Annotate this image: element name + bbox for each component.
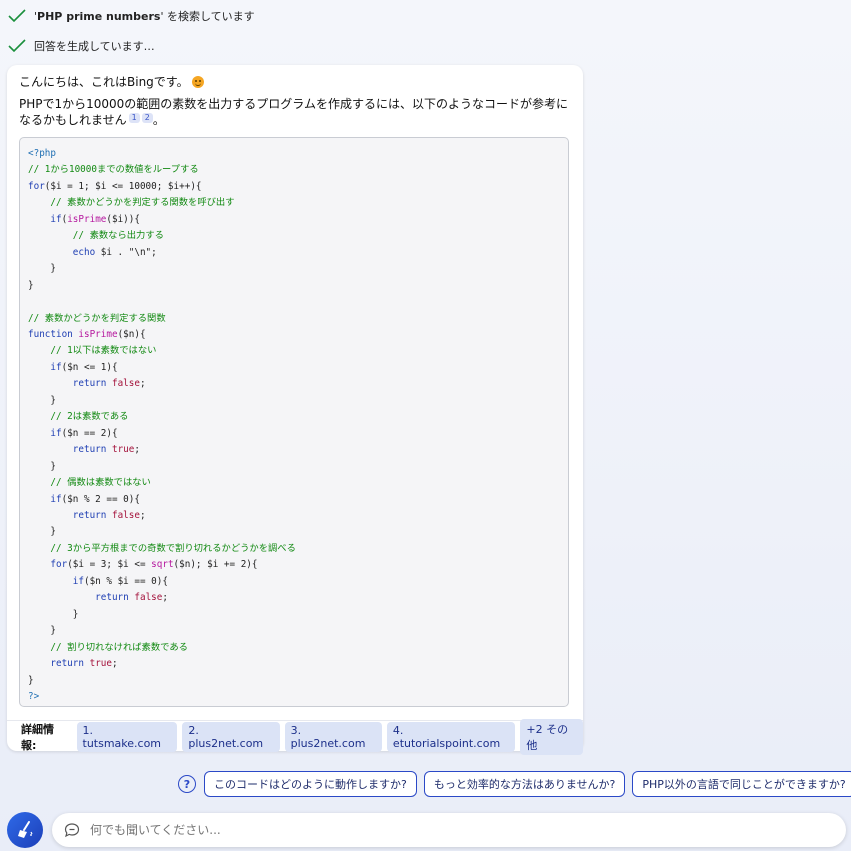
citation-2[interactable]: 2 [141,113,153,123]
checkmark-icon [8,9,26,23]
intro-text: PHPで1から10000の範囲の素数を出力するプログラムを作成するには、以下のよ… [19,97,568,127]
code-block: <?php // 1から10000までの数値をループする for($i = 1;… [19,137,569,707]
source-link-3[interactable]: 3. plus2net.com [284,721,382,752]
suggestion-button-2[interactable]: もっと効率的な方法はありませんか? [423,771,626,797]
chat-input[interactable] [88,822,792,838]
source-link-2[interactable]: 2. plus2net.com [182,721,280,752]
chat-input-bar [52,813,846,847]
generating-status-text: 回答を生成しています… [34,40,155,53]
checkmark-icon [8,39,26,53]
code-text: <?php // 1から10000までの数値をループする for($i = 1;… [28,148,296,702]
more-sources-link[interactable]: +2 その他 [520,718,584,755]
learn-more-bar: 詳細情報: 1. tutsmake.com 2. plus2net.com 3.… [7,718,584,755]
source-link-4[interactable]: 4. etutorialspoint.com [386,721,516,752]
new-topic-button[interactable] [7,812,43,848]
greeting: こんにちは、これはBingです。 [19,73,204,90]
suggestion-bar: ? このコードはどのように動作しますか? もっと効率的な方法はありませんか? P… [178,771,851,797]
chat-bubble-icon [64,823,80,838]
search-status-text: 'PHP prime numbers' を検索しています [34,10,255,23]
generating-status: 回答を生成しています… [8,38,155,54]
help-icon[interactable]: ? [178,775,196,793]
citation-1[interactable]: 1 [128,113,140,123]
suggestion-button-3[interactable]: PHP以外の言語で同じことができますか? [632,771,851,797]
smile-emoji-icon [191,76,204,88]
learn-more-label: 詳細情報: [21,722,54,752]
broom-icon [18,821,33,838]
search-status: 'PHP prime numbers' を検索しています [8,8,255,24]
response-card: こんにちは、これはBingです。 PHPで1から10000の範囲の素数を出力する… [7,65,584,755]
source-link-1[interactable]: 1. tutsmake.com [76,721,178,752]
suggestion-button-1[interactable]: このコードはどのように動作しますか? [204,771,417,797]
